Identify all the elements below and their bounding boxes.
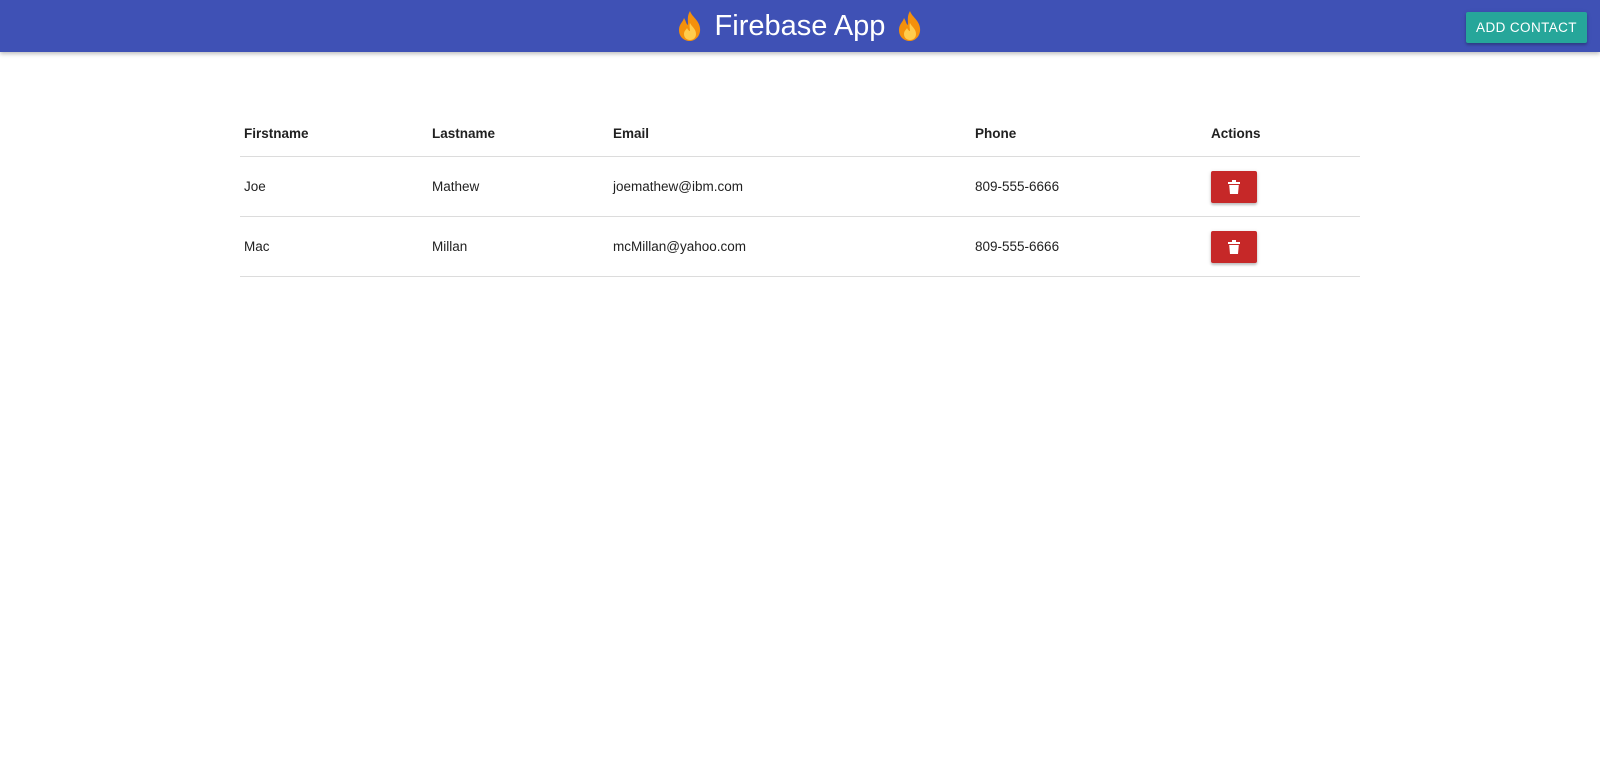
trash-icon [1228,239,1240,254]
cell-lastname: Mathew [428,156,609,217]
cell-email: joemathew@ibm.com [609,156,971,217]
app-header: Firebase App ADD CONTACT [0,0,1600,52]
flame-icon [899,11,921,41]
cell-phone: 809-555-6666 [971,216,1207,277]
flame-icon [678,11,700,41]
app-brand: Firebase App [0,0,1600,52]
cell-lastname: Millan [428,216,609,277]
trash-icon [1228,179,1240,194]
cell-actions [1207,216,1360,277]
table-row: Joe Mathew joemathew@ibm.com 809-555-666… [240,156,1360,217]
table-header-row: Firstname Lastname Email Phone Actions [240,110,1360,157]
column-header-email: Email [609,110,971,157]
column-header-phone: Phone [971,110,1207,157]
cell-firstname: Joe [240,156,428,217]
table-row: Mac Millan mcMillan@yahoo.com 809-555-66… [240,216,1360,277]
cell-firstname: Mac [240,216,428,277]
column-header-lastname: Lastname [428,110,609,157]
cell-email: mcMillan@yahoo.com [609,216,971,277]
column-header-firstname: Firstname [240,110,428,157]
column-header-actions: Actions [1207,110,1360,157]
app-title: Firebase App [714,10,886,42]
contacts-table-container: Firstname Lastname Email Phone Actions J… [240,110,1360,277]
delete-contact-button[interactable] [1211,230,1257,263]
contacts-table: Firstname Lastname Email Phone Actions J… [240,110,1360,277]
delete-contact-button[interactable] [1211,170,1257,203]
add-contact-button[interactable]: ADD CONTACT [1466,12,1587,43]
cell-phone: 809-555-6666 [971,156,1207,217]
cell-actions [1207,156,1360,217]
